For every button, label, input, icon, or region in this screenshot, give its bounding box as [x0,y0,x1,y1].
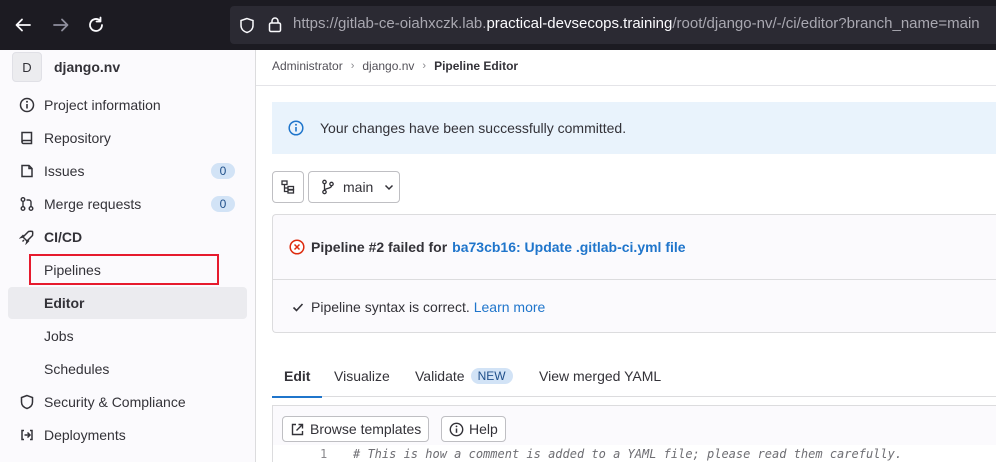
tab-validate-label: Validate [415,368,465,384]
editor-toolbar: Browse templates Help [272,405,996,445]
commit-link[interactable]: ba73cb16: Update .gitlab-ci.yml file [452,239,685,255]
reload-icon [89,16,103,32]
deployments-icon [18,426,36,444]
browse-templates-button[interactable]: Browse templates [282,416,430,442]
forward-button[interactable] [48,12,74,38]
pipeline-status-card: Pipeline #2 failed for ba73cb16: Update … [272,214,996,333]
sidebar-item-project-information[interactable]: Project information [8,90,247,120]
breadcrumb-current[interactable]: Pipeline Editor [434,59,518,73]
chevron-right-icon: › [422,60,427,72]
rocket-icon [18,228,36,246]
issues-count-badge: 0 [211,163,235,179]
code-line[interactable]: # This is how a comment is added to a YA… [353,447,902,461]
sidebar-item-label: Deployments [44,427,126,443]
chevron-right-icon: › [350,60,355,72]
pipeline-status-text: Pipeline #2 failed for [311,239,448,255]
issues-icon [18,162,36,180]
arrow-right-icon [53,18,69,32]
check-icon [292,303,304,312]
card-divider [273,279,996,280]
sidebar-item-deployments[interactable]: Deployments [8,420,247,450]
branch-switcher-dropdown[interactable]: main [308,171,400,203]
reload-button[interactable] [83,12,109,38]
learn-more-link[interactable]: Learn more [474,299,546,315]
project-header[interactable]: D django.nv [12,52,120,82]
shield-icon [18,393,36,411]
chevron-down-icon [385,184,394,191]
project-name: django.nv [54,59,121,75]
commit-success-alert: Your changes have been successfully comm… [272,102,996,154]
code-editor[interactable]: 1 # This is how a comment is added to a … [272,445,996,462]
breadcrumb: Administrator › django.nv › Pipeline Edi… [272,59,518,73]
breadcrumb-item[interactable]: django.nv [362,59,414,73]
info-icon [18,96,36,114]
header-divider [256,85,996,86]
sidebar-item-cicd[interactable]: CI/CD [8,222,247,252]
browser-toolbar: https://gitlab-ce-oiahxczk.lab.practical… [0,0,996,50]
branch-name: main [343,179,374,195]
browse-templates-label: Browse templates [310,421,422,437]
sidebar-item-merge-requests[interactable]: Merge requests 0 [8,189,247,219]
help-button[interactable]: Help [441,416,506,442]
sidebar-item-label: Merge requests [44,196,142,212]
info-icon [449,422,464,436]
tab-view-merged-yaml[interactable]: View merged YAML [539,355,661,397]
breadcrumb-item[interactable]: Administrator [272,59,343,73]
branch-icon [322,179,334,195]
info-circle-icon [288,120,304,136]
tracking-shield-icon[interactable] [239,17,255,34]
tab-validate[interactable]: Validate NEW [415,355,513,397]
editor-tabs: Edit Visualize Validate NEW View merged … [271,355,996,398]
lint-status-row: Pipeline syntax is correct. Learn more [291,299,545,315]
sidebar-item-issues[interactable]: Issues 0 [8,156,247,186]
tab-visualize[interactable]: Visualize [334,355,390,397]
arrow-left-icon [15,18,31,32]
sidebar-item-label: Repository [44,130,111,146]
sidebar-item-label: Issues [44,163,85,179]
file-tree-icon [281,180,295,194]
status-failed-icon[interactable] [289,239,305,255]
line-number: 1 [320,447,328,461]
sidebar-subitem-schedules[interactable]: Schedules [8,353,247,385]
help-label: Help [469,421,498,437]
sidebar-item-repository[interactable]: Repository [8,123,247,153]
merge-requests-count-badge: 0 [211,196,235,212]
sidebar-item-label: Security & Compliance [44,394,186,410]
project-avatar: D [12,52,42,82]
book-icon [18,129,36,147]
sidebar-subitem-editor[interactable]: Editor [8,287,247,319]
external-link-icon [291,423,304,435]
url-text[interactable]: https://gitlab-ce-oiahxczk.lab.practical… [293,15,980,32]
sidebar-subitem-jobs[interactable]: Jobs [8,320,247,352]
alert-message: Your changes have been successfully comm… [320,120,627,136]
file-tree-toggle-button[interactable] [272,171,304,203]
back-button[interactable] [10,12,36,38]
sidebar-subitem-label: Editor [44,295,85,311]
sidebar-item-security-compliance[interactable]: Security & Compliance [8,387,247,417]
sidebar-subitem-label: Jobs [44,328,74,344]
lock-icon[interactable] [268,16,282,33]
syntax-status-text: Pipeline syntax is correct. [311,299,470,315]
sidebar-item-label: Project information [44,97,161,113]
new-badge: NEW [470,368,513,384]
sidebar-subitem-label: Schedules [44,361,110,377]
pipelines-highlight-annotation [29,254,219,285]
tab-edit[interactable]: Edit [271,355,324,398]
merge-request-icon [18,195,36,213]
sidebar-item-label: CI/CD [44,229,83,245]
pipeline-status-row: Pipeline #2 failed for ba73cb16: Update … [289,239,686,255]
